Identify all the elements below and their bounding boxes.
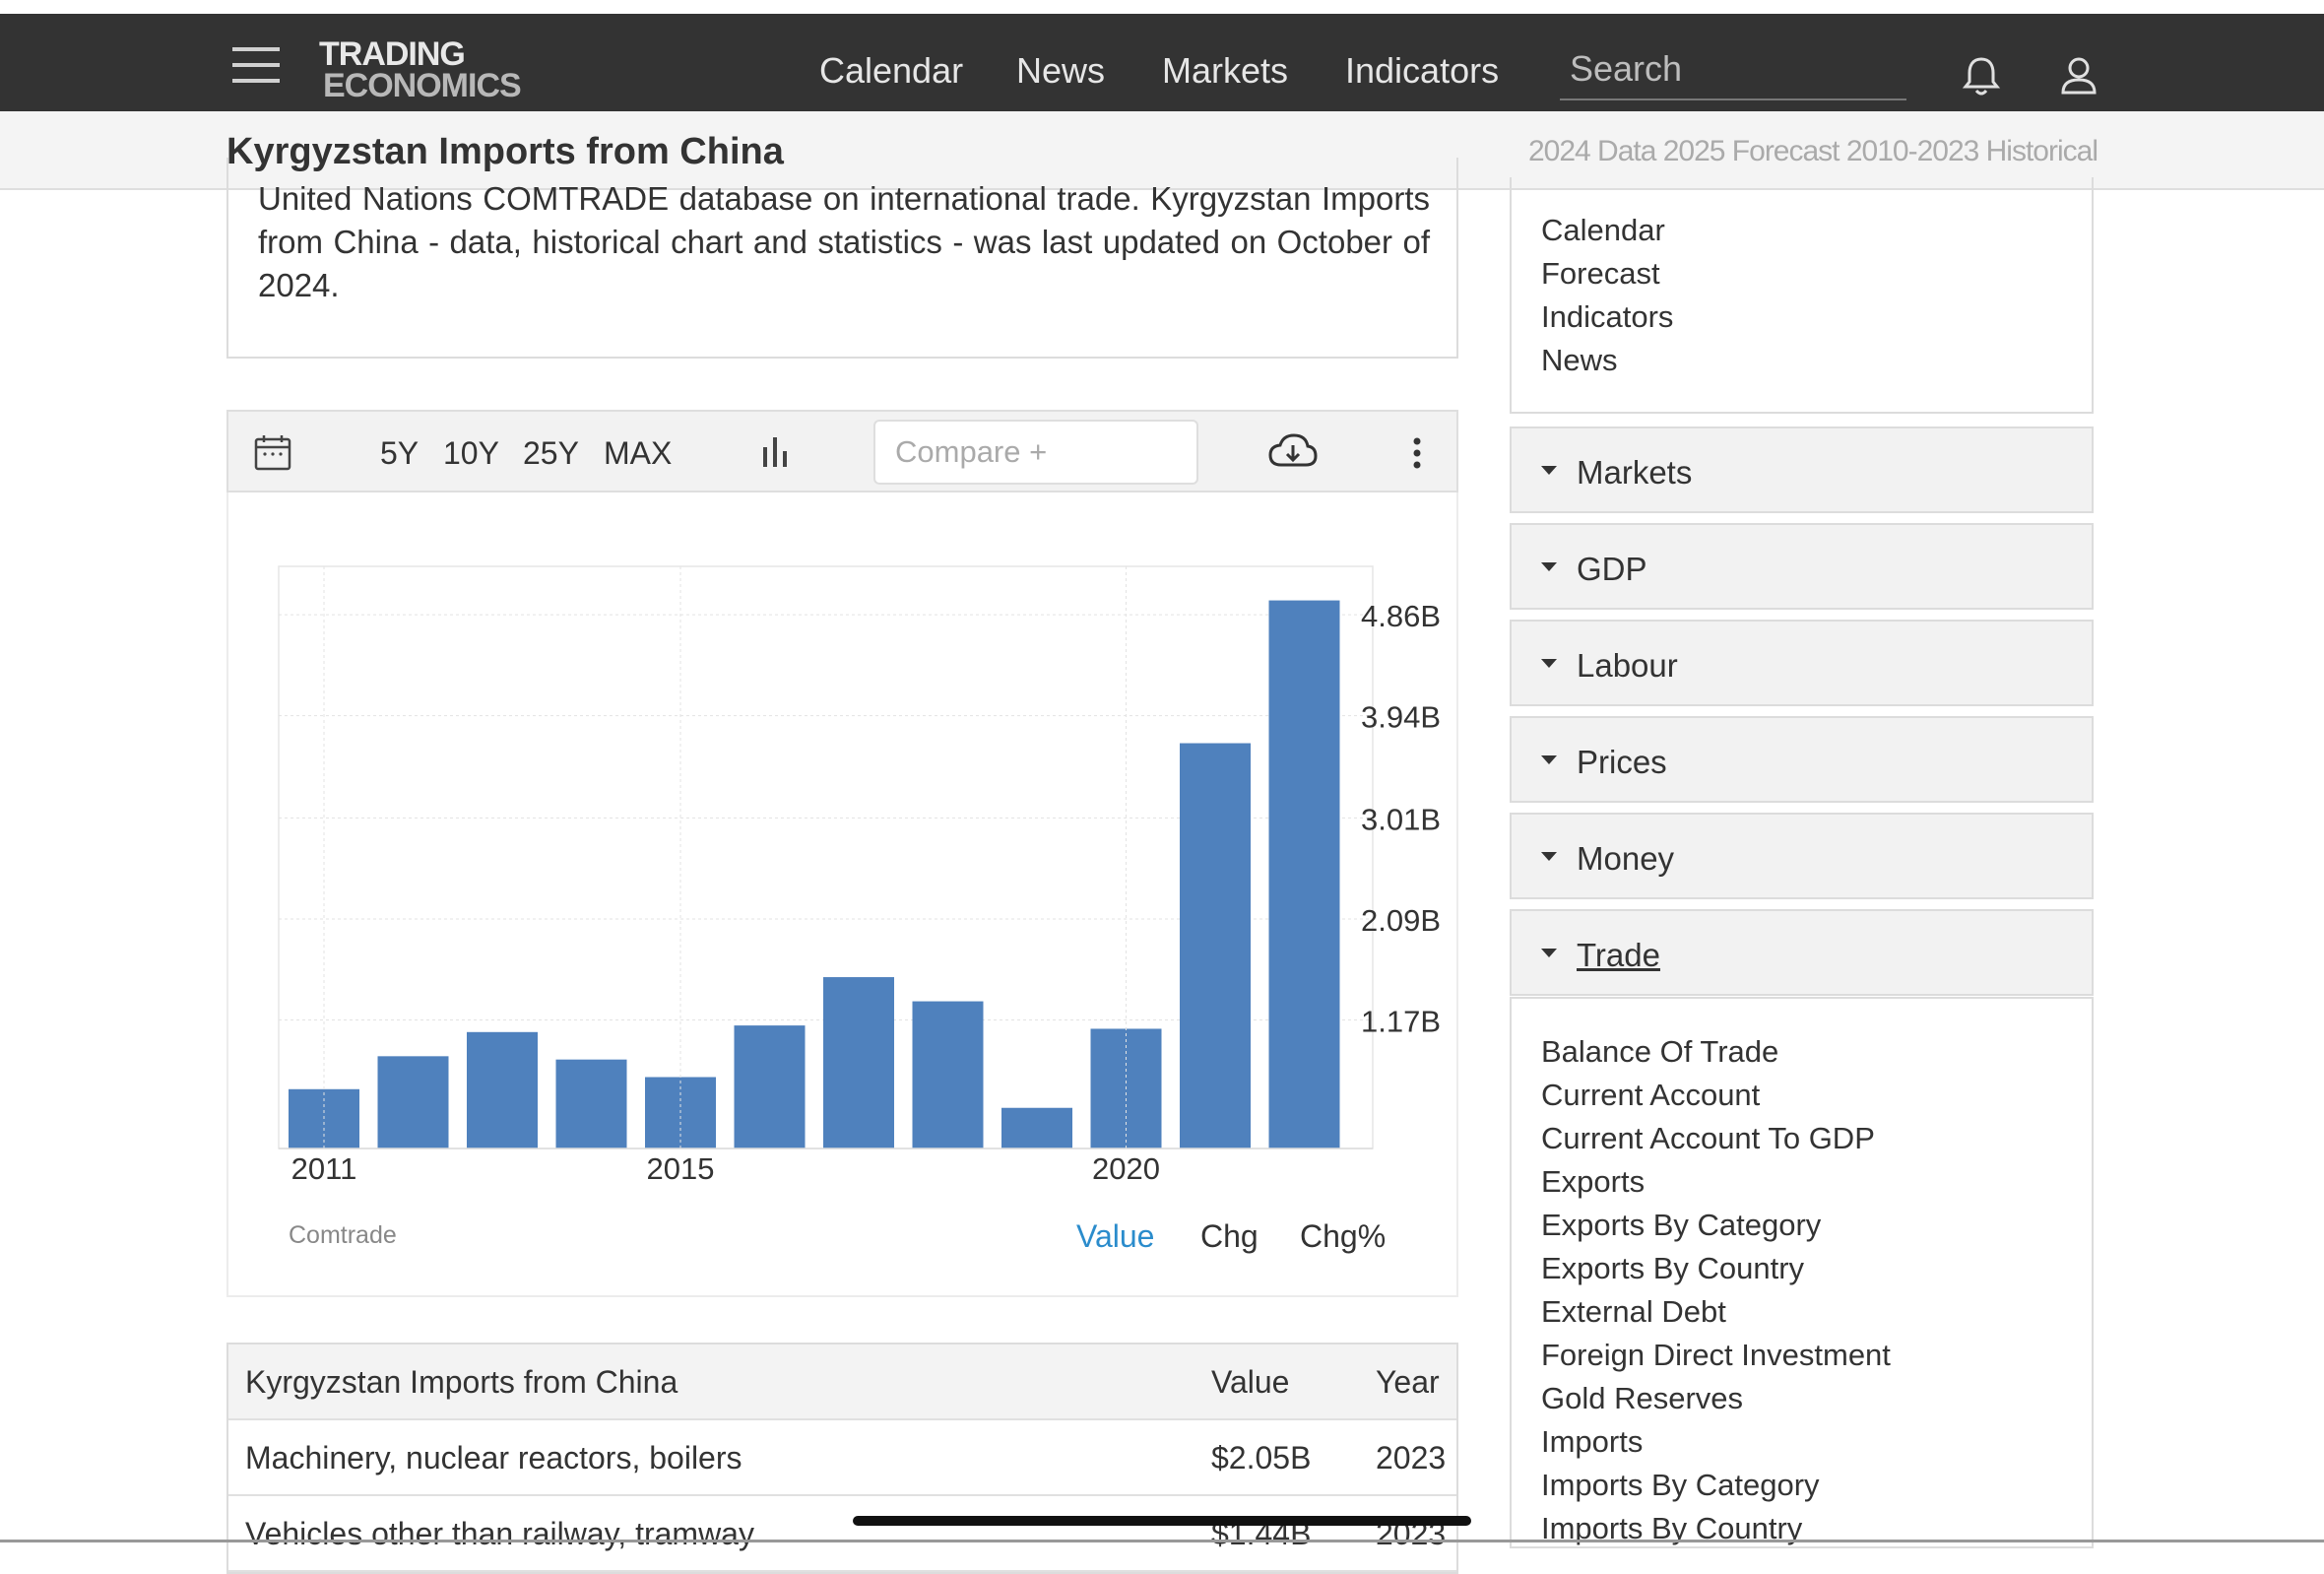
nav-indicators[interactable]: Indicators	[1345, 50, 1499, 92]
user-account-icon[interactable]	[2054, 51, 2103, 100]
y-tick-label: 4.86B	[1361, 599, 1441, 633]
range-5y-button[interactable]: 5Y	[380, 435, 419, 472]
table-cell-year: 2023	[1376, 1440, 1447, 1476]
nav-markets[interactable]: Markets	[1162, 50, 1288, 92]
x-tick-label: 2015	[647, 1151, 715, 1182]
bar-2017[interactable]	[823, 977, 894, 1148]
top-navbar: TRADING ECONOMICS Calendar News Markets …	[0, 14, 2324, 111]
chart-toolbar: 5Y 10Y 25Y MAX	[226, 410, 1458, 492]
bar-2019[interactable]	[1001, 1107, 1072, 1148]
sidebar-trade-link[interactable]: Exports	[1541, 1164, 1645, 1200]
section-label: Prices	[1577, 744, 1667, 780]
description-text: United Nations COMTRADE database on inte…	[258, 180, 1430, 303]
tab-chg-percent[interactable]: Chg%	[1300, 1218, 1386, 1255]
sidebar-trade-link[interactable]: External Debt	[1541, 1294, 1726, 1330]
sidebar-section-money[interactable]: Money	[1510, 813, 2094, 899]
table-header-name: Kyrgyzstan Imports from China	[245, 1364, 678, 1400]
sidebar-trade-link[interactable]: Imports By Category	[1541, 1468, 1820, 1503]
table-cell-category[interactable]: Vehicles other than railway, tramway	[245, 1516, 754, 1552]
section-label: Trade	[1577, 937, 1660, 973]
bar-2013[interactable]	[467, 1031, 538, 1148]
sidebar-trade-link[interactable]: Balance Of Trade	[1541, 1034, 1778, 1070]
compare-input[interactable]	[873, 420, 1198, 485]
sidebar-link-news[interactable]: News	[1541, 343, 1618, 378]
table-header-value: Value	[1211, 1364, 1290, 1400]
table-row[interactable]: Machinery, nuclear reactors, boilers $2.…	[228, 1420, 1456, 1496]
table-header-row: Kyrgyzstan Imports from China Value Year	[228, 1344, 1456, 1420]
range-25y-button[interactable]: 25Y	[523, 435, 579, 472]
search-box	[1560, 41, 1906, 100]
sidebar-trade-link[interactable]: Imports	[1541, 1424, 1643, 1460]
bar-chart-type-icon[interactable]	[760, 435, 792, 469]
sidebar-trade-link[interactable]: Foreign Direct Investment	[1541, 1338, 1891, 1373]
sidebar-section-labour[interactable]: Labour	[1510, 620, 2094, 706]
table-header-year: Year	[1376, 1364, 1440, 1400]
bar-2018[interactable]	[912, 1001, 984, 1148]
site-logo[interactable]: TRADING ECONOMICS	[319, 35, 555, 102]
y-tick-label: 3.01B	[1361, 802, 1441, 836]
range-10y-button[interactable]: 10Y	[443, 435, 499, 472]
chart-source[interactable]: Comtrade	[289, 1221, 397, 1250]
y-tick-label: 2.09B	[1361, 903, 1441, 938]
y-tick-label: 3.94B	[1361, 700, 1441, 735]
calendar-icon[interactable]	[254, 433, 291, 471]
table-row[interactable]: Vehicles other than railway, tramway $1.…	[228, 1496, 1456, 1572]
sidebar-link-indicators[interactable]: Indicators	[1541, 299, 1673, 335]
range-max-button[interactable]: MAX	[604, 435, 672, 472]
bar-chart: 1.17B 2.09B 3.01B 3.94B 4.86B 2011 2015 2020	[278, 565, 1441, 1182]
caret-down-icon	[1541, 562, 1557, 571]
trade-links-list: Balance Of Trade Current Account Current A…	[1510, 997, 2094, 1548]
more-options-icon[interactable]	[1410, 435, 1424, 471]
tab-value[interactable]: Value	[1076, 1218, 1154, 1255]
logo-line-1: TRADING	[319, 35, 466, 73]
x-tick-label: 2011	[291, 1151, 357, 1182]
nav-news[interactable]: News	[1016, 50, 1105, 92]
description-box: United Nations COMTRADE database on inte…	[226, 158, 1458, 359]
sidebar-trade-link[interactable]: Exports By Category	[1541, 1208, 1821, 1243]
caret-down-icon	[1541, 755, 1557, 764]
table-cell-category[interactable]: Machinery, nuclear reactors, boilers	[245, 1440, 742, 1476]
bar-2021[interactable]	[1180, 743, 1251, 1148]
bar-2022[interactable]	[1268, 600, 1340, 1148]
caret-down-icon	[1541, 659, 1557, 668]
caret-down-icon	[1541, 852, 1557, 861]
caret-down-icon	[1541, 466, 1557, 475]
bar-2014[interactable]	[555, 1059, 627, 1148]
tab-chg[interactable]: Chg	[1200, 1218, 1259, 1255]
x-tick-label: 2020	[1092, 1151, 1160, 1182]
sidebar-trade-link[interactable]: Gold Reserves	[1541, 1381, 1743, 1416]
sidebar-section-gdp[interactable]: GDP	[1510, 523, 2094, 610]
sidebar-trade-link[interactable]: Exports By Country	[1541, 1251, 1804, 1286]
table-cell-value: $2.05B	[1211, 1440, 1312, 1476]
sidebar-trade-link[interactable]: Current Account	[1541, 1078, 1760, 1113]
home-indicator	[853, 1516, 1471, 1526]
sidebar-link-calendar[interactable]: Calendar	[1541, 213, 1665, 248]
section-label: GDP	[1577, 551, 1647, 587]
chart-panel: 1.17B 2.09B 3.01B 3.94B 4.86B 2011 2015 2020 Co…	[226, 492, 1458, 1297]
nav-calendar[interactable]: Calendar	[819, 50, 963, 92]
sidebar-section-markets[interactable]: Markets	[1510, 426, 2094, 513]
sidebar-link-forecast[interactable]: Forecast	[1541, 256, 1660, 292]
logo-line-2: ECONOMICS	[323, 67, 522, 104]
sidebar-trade-link[interactable]: Current Account To GDP	[1541, 1121, 1875, 1156]
cloud-download-icon[interactable]	[1267, 431, 1319, 473]
section-label: Labour	[1577, 647, 1678, 684]
sidebar-section-trade[interactable]: Trade	[1510, 909, 2094, 996]
sidebar-links-box: Calendar Forecast Indicators News	[1510, 177, 2094, 414]
sidebar-section-prices[interactable]: Prices	[1510, 716, 2094, 803]
section-label: Money	[1577, 840, 1675, 877]
search-input[interactable]	[1560, 41, 1906, 97]
section-label: Markets	[1577, 454, 1693, 491]
hamburger-menu-icon[interactable]	[232, 47, 280, 83]
caret-down-icon	[1541, 949, 1557, 957]
bar-2012[interactable]	[377, 1056, 449, 1148]
bar-2016[interactable]	[734, 1025, 806, 1148]
data-forecast-historical-links[interactable]: 2024 Data 2025 Forecast 2010-2023 Histor…	[1528, 135, 2098, 168]
bell-icon[interactable]	[1957, 51, 2006, 100]
y-tick-label: 1.17B	[1361, 1005, 1441, 1039]
